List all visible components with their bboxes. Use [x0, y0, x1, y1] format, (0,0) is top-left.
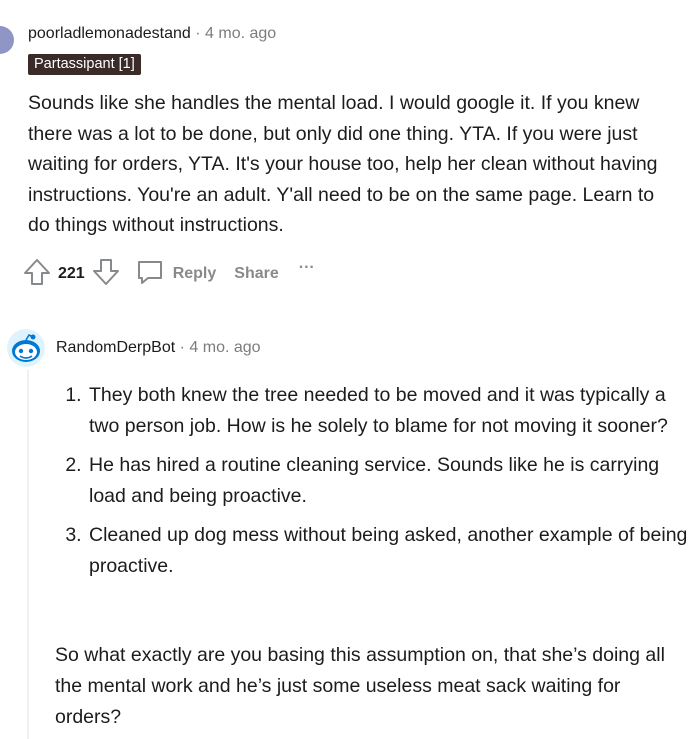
avatar[interactable] [6, 328, 46, 368]
list-item: He has hired a routine cleaning service.… [87, 450, 697, 512]
more-options-button[interactable]: ··· [299, 259, 315, 277]
thread-line[interactable] [27, 370, 29, 739]
share-button[interactable]: Share [234, 265, 278, 283]
vote-count: 221 [58, 265, 85, 282]
comment-body: So what exactly are you basing this assu… [55, 644, 665, 728]
comment-header: poorladlemonadestand · 4 mo. ago [28, 25, 276, 43]
list-item: They both knew the tree needed to be mov… [87, 380, 697, 442]
list-item: Cleaned up dog mess without being asked,… [87, 520, 697, 582]
comment-actions: 221 Reply Share ··· [22, 258, 315, 290]
upvote-arrow-icon[interactable] [22, 257, 52, 292]
timestamp[interactable]: 4 mo. ago [205, 25, 276, 42]
downvote-arrow-icon[interactable] [91, 257, 121, 292]
numbered-list: They both knew the tree needed to be mov… [60, 380, 697, 590]
separator-dot: · [179, 339, 185, 356]
user-flair: Partassipant [1] [28, 54, 141, 75]
reply-button[interactable]: Reply [173, 265, 217, 283]
reply-bubble-icon[interactable] [135, 257, 165, 292]
timestamp[interactable]: 4 mo. ago [189, 339, 260, 356]
comment-header: RandomDerpBot · 4 mo. ago [56, 339, 261, 357]
username[interactable]: poorladlemonadestand [28, 25, 191, 42]
comment-body: Sounds like she handles the mental load.… [28, 92, 658, 236]
avatar[interactable] [0, 26, 14, 54]
separator-dot: · [195, 25, 201, 42]
username[interactable]: RandomDerpBot [56, 339, 175, 356]
